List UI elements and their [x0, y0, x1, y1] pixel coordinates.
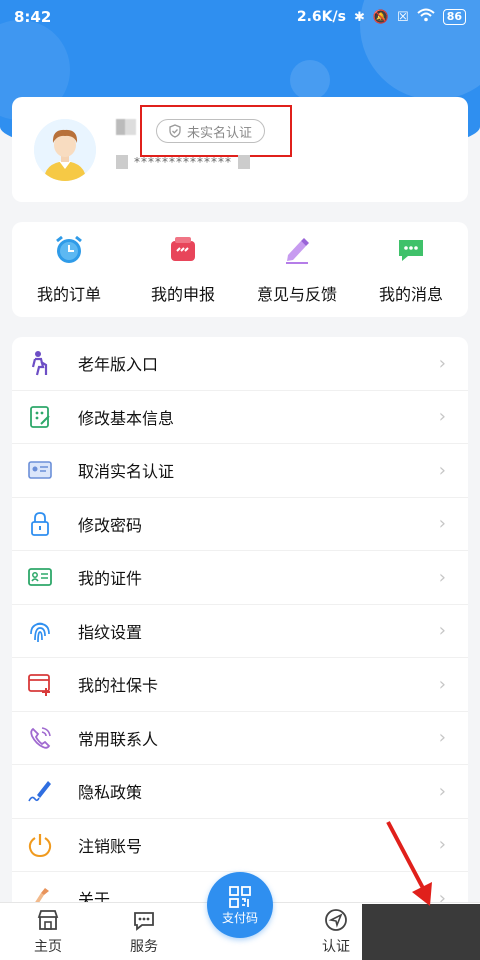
chevron-right-icon: ›	[438, 620, 446, 642]
id-card-icon	[26, 456, 54, 484]
bluetooth-icon: ✱	[353, 9, 365, 25]
alarm-clock-icon	[54, 235, 84, 265]
menu-change-password[interactable]: 修改密码 ›	[12, 498, 468, 551]
chevron-right-icon: ›	[438, 352, 446, 374]
tab-label: 主页	[34, 939, 62, 955]
lock-icon	[26, 510, 54, 538]
id-number-masked: **************	[134, 155, 232, 169]
sim-icon: ☒	[397, 9, 409, 25]
id-prefix-blurred	[116, 155, 128, 169]
menu-privacy-policy[interactable]: 隐私政策 ›	[12, 765, 468, 819]
pay-code-button[interactable]: 支付码	[207, 872, 273, 938]
user-name-blurred	[116, 119, 136, 135]
network-speed: 2.6K/s	[296, 9, 346, 25]
menu-label: 指纹设置	[78, 622, 143, 642]
navigation-icon	[324, 908, 348, 932]
id-number-row: **************	[116, 155, 250, 169]
chevron-right-icon: ›	[438, 727, 446, 749]
quick-my-messages[interactable]: 我的消息	[356, 235, 466, 305]
chevron-right-icon: ›	[438, 459, 446, 481]
qr-code-icon	[229, 885, 251, 908]
menu-label: 我的社保卡	[78, 676, 159, 696]
edit-info-icon	[26, 403, 54, 431]
status-time: 8:42	[14, 8, 52, 26]
status-bar: 8:42 2.6K/s ✱ 🔕 ☒ 86	[0, 0, 480, 34]
battery-indicator: 86	[442, 9, 466, 25]
screen-overlay	[362, 904, 480, 960]
elder-icon	[26, 349, 54, 377]
chevron-right-icon: ›	[438, 513, 446, 535]
declare-icon	[168, 235, 198, 265]
service-icon	[132, 908, 156, 932]
settings-menu: 老年版入口 › 修改基本信息 › 取消实名认证 › 修改密码 › 我的证件 › …	[12, 337, 468, 917]
verification-status-badge[interactable]: 未实名认证	[156, 119, 266, 143]
menu-label: 修改密码	[78, 515, 143, 535]
home-icon	[36, 908, 60, 932]
power-icon	[26, 831, 54, 859]
chevron-right-icon: ›	[438, 566, 446, 588]
quick-label: 我的订单	[36, 284, 101, 304]
quick-label: 我的申报	[150, 284, 215, 304]
menu-label: 常用联系人	[78, 729, 159, 749]
mute-icon: 🔕	[372, 9, 390, 25]
tab-home[interactable]: 主页	[0, 902, 96, 960]
tab-label: 认证	[322, 939, 350, 955]
menu-edit-basic-info[interactable]: 修改基本信息 ›	[12, 391, 468, 444]
quick-my-declarations[interactable]: 我的申报	[128, 235, 238, 305]
chevron-right-icon: ›	[438, 673, 446, 695]
menu-label: 我的证件	[78, 569, 143, 589]
menu-elder-mode[interactable]: 老年版入口 ›	[12, 337, 468, 391]
verification-status-label: 未实名认证	[187, 125, 253, 141]
quick-actions: 我的订单 我的申报 意见与反馈 我的消息	[12, 222, 468, 317]
social-card-icon	[26, 670, 54, 698]
pencil-icon	[282, 235, 312, 265]
avatar[interactable]	[34, 119, 96, 181]
privacy-pen-icon	[26, 777, 54, 805]
menu-label: 老年版入口	[78, 355, 159, 375]
contact-icon	[26, 724, 54, 752]
pay-code-label: 支付码	[221, 910, 258, 925]
menu-label: 隐私政策	[78, 783, 143, 803]
quick-label: 我的消息	[378, 284, 443, 304]
menu-cancel-verification[interactable]: 取消实名认证 ›	[12, 444, 468, 498]
menu-label: 取消实名认证	[78, 462, 175, 482]
menu-label: 注销账号	[78, 836, 143, 856]
quick-label: 意见与反馈	[256, 284, 337, 304]
fingerprint-icon	[26, 617, 54, 645]
menu-my-certificates[interactable]: 我的证件 ›	[12, 551, 468, 605]
menu-frequent-contacts[interactable]: 常用联系人 ›	[12, 712, 468, 765]
menu-fingerprint-settings[interactable]: 指纹设置 ›	[12, 605, 468, 658]
chevron-right-icon: ›	[438, 834, 446, 856]
quick-my-orders[interactable]: 我的订单	[14, 235, 124, 305]
chat-icon	[396, 235, 426, 265]
certificate-icon	[26, 563, 54, 591]
profile-card[interactable]: 未实名认证 **************	[12, 97, 468, 202]
quick-feedback[interactable]: 意见与反馈	[242, 235, 352, 305]
chevron-right-icon: ›	[438, 780, 446, 802]
tab-label: 服务	[130, 939, 158, 955]
menu-label: 修改基本信息	[78, 408, 175, 428]
wifi-icon	[417, 8, 435, 26]
menu-cancel-account[interactable]: 注销账号 ›	[12, 819, 468, 872]
shield-icon	[169, 124, 181, 138]
id-suffix-blurred	[238, 155, 250, 169]
menu-social-security-card[interactable]: 我的社保卡 ›	[12, 658, 468, 712]
chevron-right-icon: ›	[438, 406, 446, 428]
tab-services[interactable]: 服务	[96, 902, 192, 960]
